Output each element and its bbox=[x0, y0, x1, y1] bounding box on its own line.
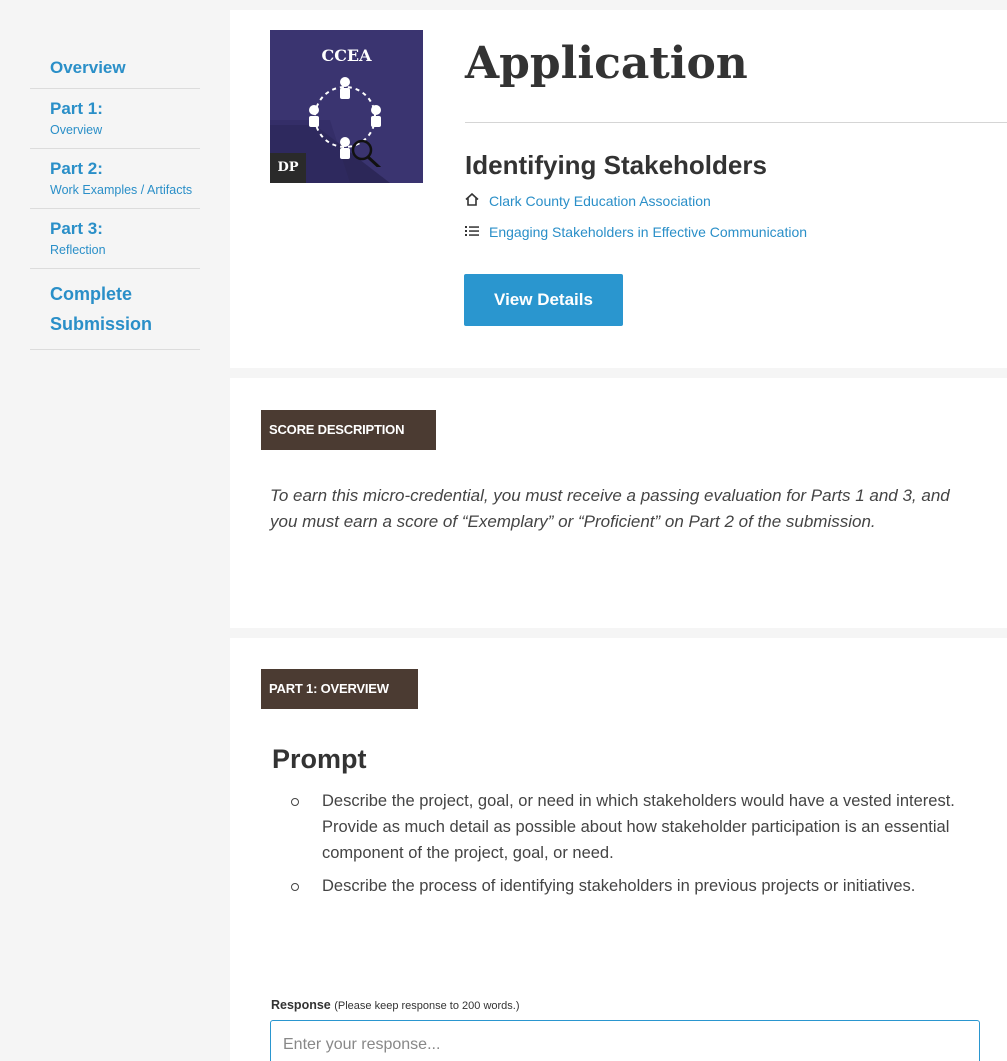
list-icon bbox=[465, 224, 483, 240]
prompt-item: Describe the process of identifying stak… bbox=[282, 873, 982, 899]
org-link[interactable]: Clark County Education Association bbox=[465, 192, 711, 209]
response-label-text: Response bbox=[271, 998, 331, 1012]
score-description-text: To earn this micro-credential, you must … bbox=[270, 486, 950, 531]
sidebar: Overview Part 1: Overview Part 2: Work E… bbox=[0, 0, 230, 1061]
org-link-label: Clark County Education Association bbox=[489, 193, 711, 209]
sidebar-item-label: Complete Submission bbox=[50, 284, 153, 334]
response-input[interactable] bbox=[270, 1020, 980, 1061]
credential-badge: CCEA DP bbox=[270, 30, 423, 183]
page-title: Application bbox=[465, 38, 748, 89]
part-1-tag: PART 1: OVERVIEW bbox=[261, 669, 418, 709]
view-details-button[interactable]: View Details bbox=[464, 274, 623, 326]
response-note: (Please keep response to 200 words.) bbox=[334, 1000, 520, 1012]
home-icon bbox=[465, 192, 483, 209]
sidebar-item-label: Part 3: bbox=[50, 219, 103, 238]
badge-code: DP bbox=[270, 153, 306, 183]
sidebar-item-label: Part 1: bbox=[50, 99, 103, 118]
sidebar-item-sublabel: Overview bbox=[50, 123, 103, 137]
prompt-heading: Prompt bbox=[272, 744, 367, 774]
sidebar-item-sublabel: Reflection bbox=[50, 243, 106, 257]
sidebar-item-label: Overview bbox=[50, 58, 126, 77]
credential-title: Identifying Stakeholders bbox=[465, 150, 767, 180]
sidebar-item-overview[interactable]: Overview bbox=[30, 48, 200, 89]
score-description-panel: SCORE DESCRIPTION To earn this micro-cre… bbox=[230, 378, 1007, 628]
sidebar-item-part-1[interactable]: Part 1: Overview bbox=[30, 89, 200, 149]
header-panel: CCEA DP Application Identifying Stakehol… bbox=[230, 10, 1007, 368]
sidebar-item-complete-submission[interactable]: Complete Submission bbox=[30, 269, 200, 350]
header-divider bbox=[465, 122, 1007, 123]
response-label: Response (Please keep response to 200 wo… bbox=[271, 998, 520, 1012]
sidebar-item-part-2[interactable]: Part 2: Work Examples / Artifacts bbox=[30, 149, 200, 209]
stakeholders-icon bbox=[309, 77, 382, 167]
stack-link[interactable]: Engaging Stakeholders in Effective Commu… bbox=[465, 224, 807, 240]
prompt-item: Describe the project, goal, or need in w… bbox=[282, 788, 982, 866]
sidebar-item-part-3[interactable]: Part 3: Reflection bbox=[30, 209, 200, 269]
badge-org-label: CCEA bbox=[321, 46, 372, 65]
sidebar-nav: Overview Part 1: Overview Part 2: Work E… bbox=[30, 48, 200, 350]
sidebar-item-sublabel: Work Examples / Artifacts bbox=[50, 183, 193, 197]
sidebar-item-label: Part 2: bbox=[50, 159, 103, 178]
prompt-list: Describe the project, goal, or need in w… bbox=[282, 788, 982, 906]
part-1-panel: PART 1: OVERVIEW Prompt Describe the pro… bbox=[230, 638, 1007, 1061]
score-description-tag: SCORE DESCRIPTION bbox=[261, 410, 436, 450]
stack-link-label: Engaging Stakeholders in Effective Commu… bbox=[489, 224, 808, 240]
